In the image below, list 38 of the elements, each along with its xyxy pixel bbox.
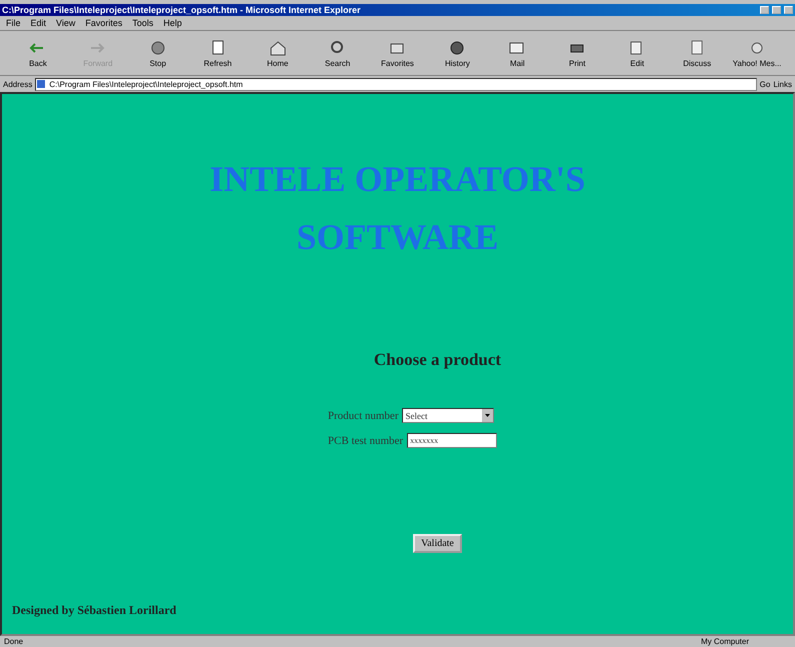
input-field[interactable]: xxxxxxx	[407, 433, 498, 448]
home-icon	[268, 38, 287, 56]
menu-item[interactable]: Help	[163, 18, 182, 28]
toolbar-button[interactable]: Favorites	[368, 38, 428, 68]
toolbar-button[interactable]: Stop	[128, 38, 188, 68]
address-label: Address	[3, 80, 32, 88]
toolbar-button[interactable]: History	[427, 38, 488, 68]
section-heading: Choose a product	[374, 350, 502, 370]
product-select[interactable]: Select	[402, 408, 494, 423]
zone-text: My Computer	[701, 637, 750, 646]
menu-item[interactable]: View	[56, 18, 76, 28]
window-title: C:\Program Files\Inteleproject\Inteleproject_opsoft.htm - Microsoft Internet Explorer	[2, 5, 362, 15]
field-label: PCB test number	[328, 434, 404, 446]
menu-item[interactable]: Edit	[30, 18, 46, 28]
minimize-button[interactable]	[760, 6, 769, 14]
menu-item[interactable]: Favorites	[85, 18, 122, 28]
validate-button[interactable]: Validate	[413, 534, 462, 553]
toolbar-button[interactable]: Search	[308, 38, 368, 68]
page-title: INTELE OPERATOR'S SOFTWARE	[210, 158, 586, 259]
menu-item[interactable]: File	[6, 18, 21, 28]
toolbar-button[interactable]: Back	[8, 38, 68, 68]
maximize-button[interactable]	[772, 6, 781, 14]
go-button[interactable]: Go	[760, 80, 770, 88]
address-field[interactable]: C:\Program Files\Inteleproject\Inteleproject_opsoft.htm	[35, 78, 757, 90]
toolbar-button[interactable]: Home	[248, 38, 308, 68]
toolbar-button[interactable]: Print	[547, 38, 608, 68]
toolbar-button[interactable]: Discuss	[667, 38, 728, 68]
toolbar-button[interactable]: Refresh	[188, 38, 248, 68]
page-icon	[36, 79, 46, 89]
toolbar-button[interactable]: Edit	[607, 38, 668, 68]
toolbar-button[interactable]: Mail	[487, 38, 548, 68]
field-label: Product number	[328, 410, 398, 422]
close-button[interactable]	[784, 6, 793, 14]
toolbar-button[interactable]: Yahoo! Mes...	[727, 38, 787, 68]
footer-credit: Designed by Sébastien Lorillard	[12, 603, 176, 618]
menu-item[interactable]: Tools	[132, 18, 154, 28]
links-button[interactable]: Links	[773, 80, 792, 88]
status-text: Done	[4, 637, 24, 646]
